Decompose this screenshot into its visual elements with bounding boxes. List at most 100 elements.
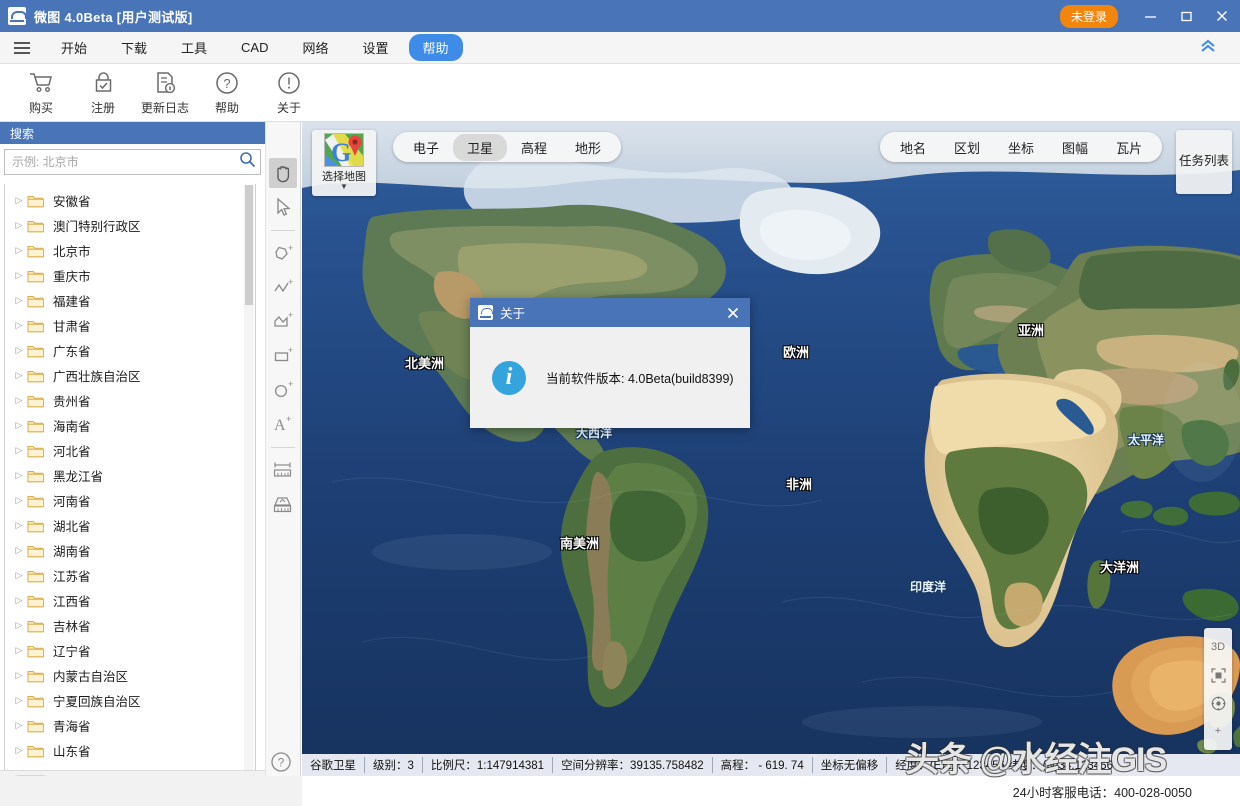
search-box[interactable] — [4, 149, 261, 175]
chevron-right-icon[interactable]: ▷ — [11, 320, 27, 331]
close-button[interactable] — [1204, 0, 1240, 32]
zoom-in-button[interactable]: + — [1215, 717, 1221, 745]
add-circle-icon[interactable]: + — [269, 375, 297, 405]
hamburger-menu-icon[interactable] — [0, 41, 44, 54]
tree-item[interactable]: ▷ 重庆市 — [5, 263, 255, 288]
menu-item-help[interactable]: 帮助 — [408, 34, 463, 61]
search-input[interactable] — [12, 155, 239, 169]
add-area-icon[interactable]: + — [269, 307, 297, 337]
add-polygon-icon[interactable]: + — [269, 239, 297, 269]
chevron-right-icon[interactable]: ▷ — [11, 670, 27, 681]
chevron-right-icon[interactable]: ▷ — [11, 520, 27, 531]
tree-item[interactable]: ▷ 青海省 — [5, 713, 255, 738]
tree-item[interactable]: ▷ 贵州省 — [5, 388, 255, 413]
map-overlay-district[interactable]: 区划 — [940, 134, 994, 161]
search-icon[interactable] — [239, 151, 256, 173]
minimize-button[interactable] — [1132, 0, 1168, 32]
add-polyline-icon[interactable]: + — [269, 273, 297, 303]
map-overlay-sheet[interactable]: 图幅 — [1048, 134, 1102, 161]
menu-item-tools[interactable]: 工具 — [167, 34, 221, 61]
chevron-right-icon[interactable]: ▷ — [11, 245, 27, 256]
tree-item[interactable]: ▷ 宁夏回族自治区 — [5, 688, 255, 713]
tree-item[interactable]: ▷ 广西壮族自治区 — [5, 363, 255, 388]
rail-help-icon[interactable]: ? — [270, 751, 292, 778]
about-dialog-close-icon[interactable] — [716, 298, 750, 327]
chevron-right-icon[interactable]: ▷ — [11, 220, 27, 231]
map-layer-satellite[interactable]: 卫星 — [453, 133, 508, 161]
measure-area-icon[interactable] — [269, 490, 297, 520]
tree-item[interactable]: ▷ 海南省 — [5, 413, 255, 438]
tree-item[interactable]: ▷ 河北省 — [5, 438, 255, 463]
tree-item[interactable]: ▷ 湖北省 — [5, 513, 255, 538]
register-button[interactable]: 注册 — [72, 65, 134, 121]
map-overlay-coordinate[interactable]: 坐标 — [994, 134, 1048, 161]
menu-item-start[interactable]: 开始 — [47, 34, 101, 61]
region-tree[interactable]: ▷ 安徽省 ▷ 澳门特别行政区 ▷ 北京市 ▷ 重庆市 ▷ 福建省 ▷ 甘肃省 ▷ 广东省 ▷ 广西壮族自治区… — [4, 184, 256, 806]
tree-item[interactable]: ▷ 山东省 — [5, 738, 255, 763]
tree-item[interactable]: ▷ 安徽省 — [5, 188, 255, 213]
collapse-ribbon-icon[interactable] — [1198, 38, 1218, 57]
chevron-right-icon[interactable]: ▷ — [11, 545, 27, 556]
tree-item[interactable]: ▷ 湖南省 — [5, 538, 255, 563]
tree-item[interactable]: ▷ 辽宁省 — [5, 638, 255, 663]
chevron-right-icon[interactable]: ▷ — [11, 720, 27, 731]
tree-item[interactable]: ▷ 澳门特别行政区 — [5, 213, 255, 238]
map-layer-terrain[interactable]: 地形 — [561, 134, 615, 161]
add-text-icon[interactable]: A + — [269, 409, 297, 439]
chevron-right-icon[interactable]: ▷ — [11, 470, 27, 481]
chevron-right-icon[interactable]: ▷ — [11, 370, 27, 381]
map-layer-electronic[interactable]: 电子 — [399, 134, 453, 161]
map-source-selector[interactable]: G 选择地图 ▼ — [312, 130, 376, 196]
tree-item[interactable]: ▷ 江西省 — [5, 588, 255, 613]
tree-item[interactable]: ▷ 内蒙古自治区 — [5, 663, 255, 688]
chevron-down-icon[interactable]: ▼ — [340, 183, 348, 191]
chevron-right-icon[interactable]: ▷ — [11, 445, 27, 456]
changelog-button[interactable]: 更新日志 — [134, 65, 196, 121]
chevron-right-icon[interactable]: ▷ — [11, 345, 27, 356]
chevron-right-icon[interactable]: ▷ — [11, 570, 27, 581]
buy-button[interactable]: 购买 — [10, 65, 72, 121]
pan-hand-icon[interactable] — [269, 158, 297, 188]
world-map-imagery[interactable] — [302, 122, 1240, 754]
map-view[interactable]: G 选择地图 ▼ 电子 卫星 高程 地形 地名 区划 坐标 图幅 瓦片 任务列表 — [302, 122, 1240, 754]
tree-item[interactable]: ▷ 北京市 — [5, 238, 255, 263]
chevron-right-icon[interactable]: ▷ — [11, 595, 27, 606]
chevron-right-icon[interactable]: ▷ — [11, 395, 27, 406]
chevron-right-icon[interactable]: ▷ — [11, 620, 27, 631]
tree-item[interactable]: ▷ 甘肃省 — [5, 313, 255, 338]
add-rectangle-icon[interactable]: + — [269, 341, 297, 371]
map-layer-elevation[interactable]: 高程 — [507, 134, 561, 161]
maximize-button[interactable] — [1168, 0, 1204, 32]
chevron-right-icon[interactable]: ▷ — [11, 745, 27, 756]
tree-item[interactable]: ▷ 河南省 — [5, 488, 255, 513]
tree-item[interactable]: ▷ 江苏省 — [5, 563, 255, 588]
select-arrow-icon[interactable] — [269, 192, 297, 222]
about-button[interactable]: 关于 — [258, 65, 320, 121]
fullscreen-icon[interactable] — [1210, 661, 1226, 689]
help-button[interactable]: ? 帮助 — [196, 65, 258, 121]
chevron-right-icon[interactable]: ▷ — [11, 270, 27, 281]
menu-item-network[interactable]: 网络 — [289, 34, 343, 61]
menu-item-settings[interactable]: 设置 — [349, 34, 403, 61]
view-3d-button[interactable]: 3D — [1211, 633, 1225, 661]
measure-distance-icon[interactable] — [269, 456, 297, 486]
tree-item[interactable]: ▷ 广东省 — [5, 338, 255, 363]
locate-icon[interactable] — [1211, 689, 1226, 717]
menu-item-download[interactable]: 下载 — [107, 34, 161, 61]
tree-item[interactable]: ▷ 黑龙江省 — [5, 463, 255, 488]
map-overlay-tile[interactable]: 瓦片 — [1102, 134, 1156, 161]
map-overlay-placename[interactable]: 地名 — [886, 134, 940, 161]
sidebar-scrollbar[interactable] — [244, 185, 254, 806]
tree-item[interactable]: ▷ 吉林省 — [5, 613, 255, 638]
chevron-right-icon[interactable]: ▷ — [11, 645, 27, 656]
chevron-right-icon[interactable]: ▷ — [11, 420, 27, 431]
chevron-right-icon[interactable]: ▷ — [11, 295, 27, 306]
chevron-right-icon[interactable]: ▷ — [11, 195, 27, 206]
scrollbar-thumb[interactable] — [245, 185, 253, 305]
chevron-right-icon[interactable]: ▷ — [11, 495, 27, 506]
login-status-badge[interactable]: 未登录 — [1059, 4, 1118, 28]
chevron-right-icon[interactable]: ▷ — [11, 695, 27, 706]
tree-item[interactable]: ▷ 福建省 — [5, 288, 255, 313]
menu-item-cad[interactable]: CAD — [227, 36, 282, 59]
task-list-button[interactable]: 任务列表 — [1176, 130, 1232, 194]
